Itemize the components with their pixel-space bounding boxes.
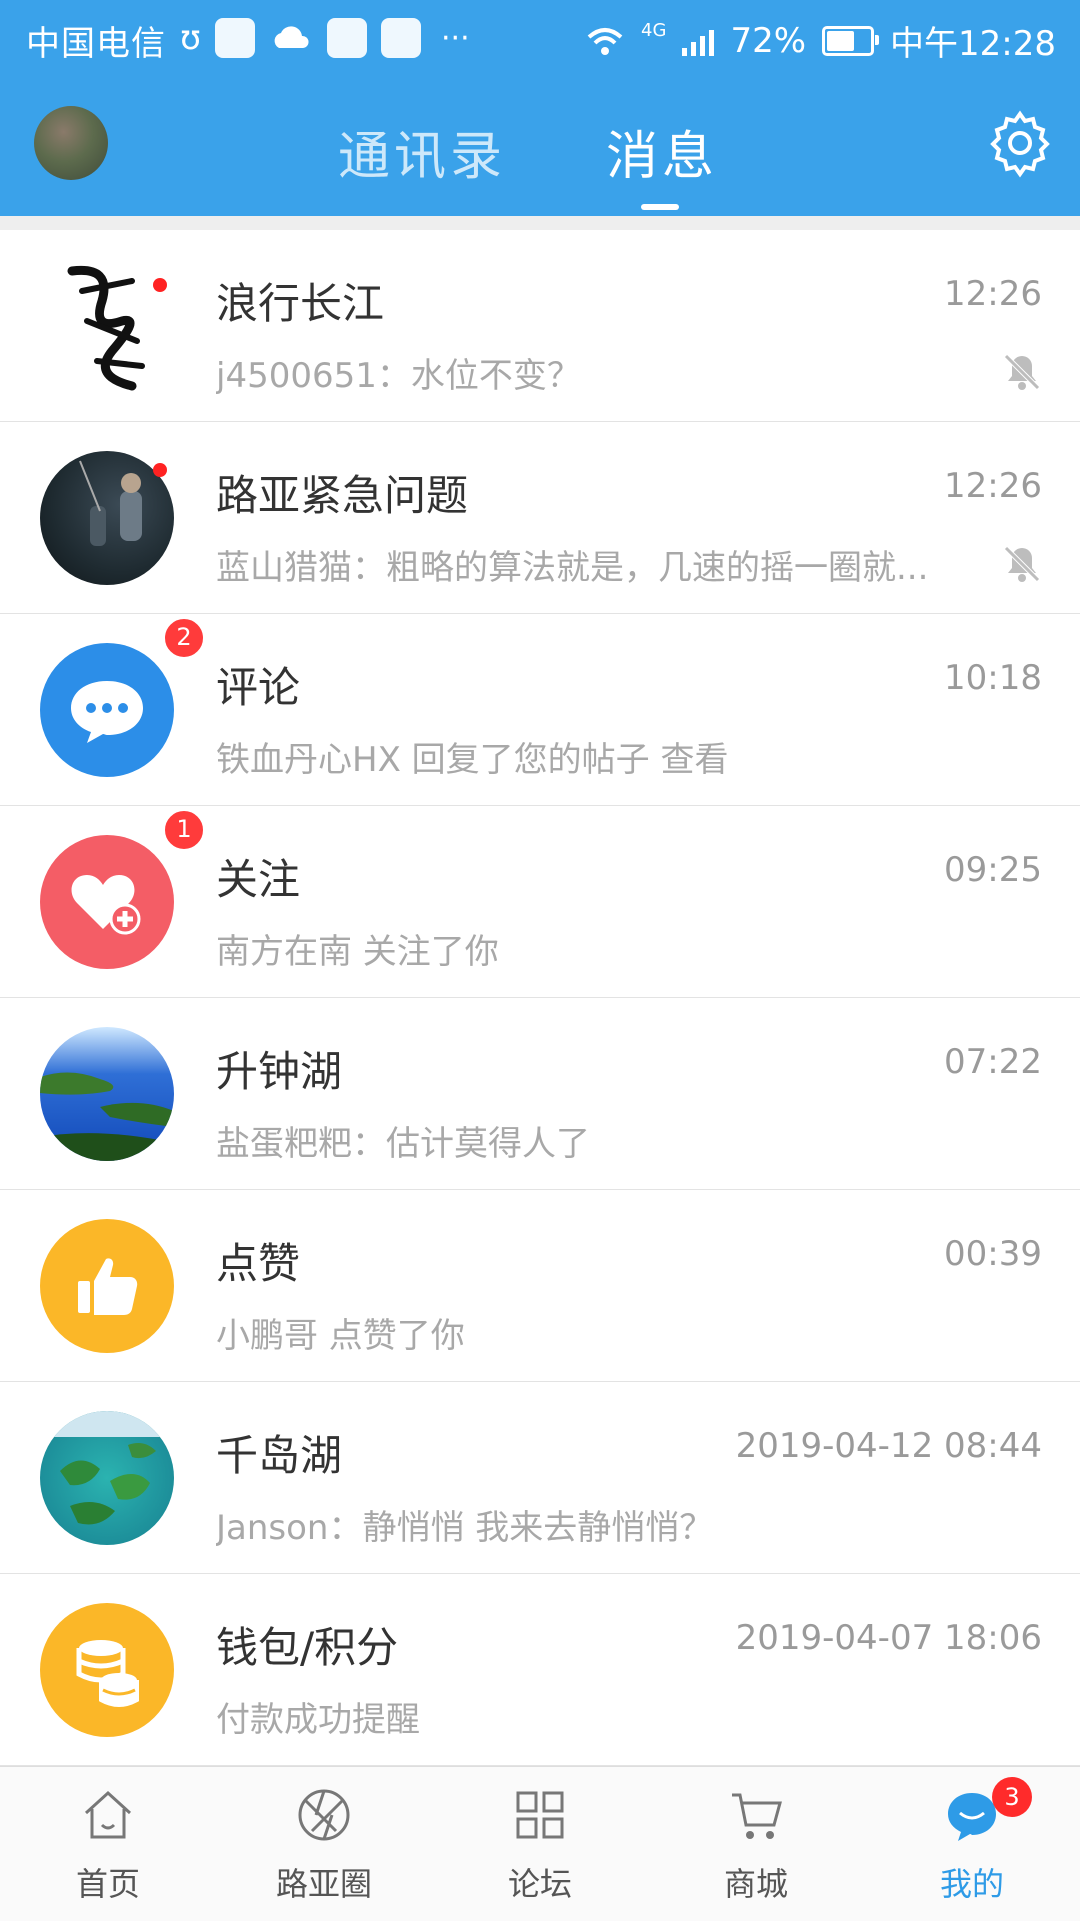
conversation-preview: 南方在南 关注了你 [216, 932, 499, 972]
tab-lure-circle-label: 路亚圈 [275, 1865, 372, 1903]
conversation-time: 00:39 [944, 1234, 1042, 1274]
conversation-row[interactable]: 2 评论 10:18 铁血丹心HX 回复了您的帖子 查看 [0, 614, 1080, 806]
nav-bar: 通讯录 消息 [0, 76, 1080, 216]
battery-icon [822, 25, 880, 56]
conversation-preview: 盐蛋粑粑：估计莫得人了 [216, 1124, 590, 1164]
settings-gear-icon[interactable] [985, 108, 1055, 178]
conversation-title: 升钟湖 [216, 1047, 343, 1096]
video-app-icon [327, 18, 368, 58]
muted-bell-icon [1004, 354, 1040, 390]
more-notifications-icon: ··· [441, 20, 470, 56]
carrier-label: 中国电信 [26, 24, 166, 64]
message-list: 浪行长江 12:26 j4500651：水位不变？ 路亚紧急问题 12:26 蓝… [0, 230, 1080, 1766]
conversation-row[interactable]: 钱包/积分 2019-04-07 18:06 付款成功提醒 [0, 1574, 1080, 1766]
unread-badge: 1 [162, 808, 206, 852]
notification-u-icon: ʊ [180, 18, 202, 58]
battery-fill [827, 30, 855, 51]
conversation-preview: Janson：静悄悄 我来去静悄悄？ [216, 1508, 714, 1548]
aperture-icon [298, 1789, 350, 1841]
lake-photo [40, 1072, 174, 1161]
status-right: 4G 72% 中午12:28 [585, 16, 1056, 65]
conversation-time: 12:26 [944, 274, 1042, 314]
conversation-title: 评论 [216, 663, 301, 712]
conversation-time: 2019-04-12 08:44 [735, 1426, 1042, 1466]
video-app-2-icon [381, 18, 422, 58]
active-tab-indicator [641, 204, 679, 210]
conversation-title: 浪行长江 [216, 279, 385, 328]
islands-avatar [40, 1411, 174, 1545]
signal-icon [682, 26, 715, 56]
tab-contacts[interactable]: 通讯录 [338, 114, 506, 189]
grid-icon [516, 1791, 564, 1839]
comment-bubble-icon [71, 681, 143, 743]
tab-mine[interactable]: 3 我的 [864, 1767, 1080, 1921]
my-avatar[interactable] [34, 106, 108, 180]
header-divider [0, 216, 1080, 230]
tab-forum-label: 论坛 [507, 1865, 572, 1903]
thumbs-up-icon [78, 1258, 138, 1315]
conversation-time: 10:18 [944, 658, 1042, 698]
wallet-avatar [40, 1603, 174, 1737]
tab-messages[interactable]: 消息 [606, 114, 718, 189]
tab-mall-label: 商城 [723, 1865, 788, 1903]
unread-dot [153, 278, 167, 292]
wifi-icon [587, 27, 623, 55]
conversation-time: 07:22 [944, 1042, 1042, 1082]
like-avatar [40, 1219, 174, 1353]
conversation-preview: 小鹏哥 点赞了你 [216, 1316, 465, 1356]
app-notification-icon [215, 18, 256, 58]
battery-percent: 72% [730, 20, 807, 61]
conversation-time: 2019-04-07 18:06 [735, 1618, 1042, 1658]
tab-mine-label: 我的 [939, 1865, 1004, 1903]
muted-bell-icon [1004, 546, 1040, 582]
conversation-row[interactable]: 点赞 00:39 小鹏哥 点赞了你 [0, 1190, 1080, 1382]
tab-home[interactable]: 首页 [0, 1767, 216, 1921]
conversation-preview: 铁血丹心HX 回复了您的帖子 查看 [216, 740, 729, 780]
network-type: 4G [641, 20, 667, 41]
cloud-icon [274, 26, 309, 48]
conversation-preview: 蓝山猎猫：粗略的算法就是，几速的摇一圈就... [216, 548, 929, 588]
conversation-title: 点赞 [216, 1239, 301, 1288]
comment-avatar [40, 643, 174, 777]
conversation-title: 钱包/积分 [216, 1623, 399, 1672]
lake-avatar [40, 1027, 174, 1161]
conversation-title: 千岛湖 [216, 1431, 343, 1480]
conversation-row[interactable]: 路亚紧急问题 12:26 蓝山猎猫：粗略的算法就是，几速的摇一圈就... [0, 422, 1080, 614]
tab-home-label: 首页 [75, 1865, 140, 1903]
tab-mine-badge: 3 [992, 1777, 1032, 1817]
conversation-time: 09:25 [944, 850, 1042, 890]
tab-mall[interactable]: 商城 [648, 1767, 864, 1921]
clock: 中午12:28 [890, 24, 1056, 64]
conversation-row[interactable]: 千岛湖 2019-04-12 08:44 Janson：静悄悄 我来去静悄悄？ [0, 1382, 1080, 1574]
follow-avatar [40, 835, 174, 969]
home-icon [84, 1790, 132, 1839]
coins-icon [76, 1640, 139, 1707]
conversation-preview: j4500651：水位不变？ [216, 356, 581, 396]
conversation-title: 路亚紧急问题 [216, 471, 469, 520]
top-header: 中国电信 ʊ ··· 4G 72% 中午12:28 通讯录 消息 [0, 0, 1080, 216]
conversation-row[interactable]: 1 关注 09:25 南方在南 关注了你 [0, 806, 1080, 998]
conversation-preview: 付款成功提醒 [216, 1700, 420, 1740]
status-bar: 中国电信 ʊ ··· 4G 72% 中午12:28 [0, 0, 1080, 76]
conversation-row[interactable]: 升钟湖 07:22 盐蛋粑粑：估计莫得人了 [0, 998, 1080, 1190]
calligraphy-logo-icon [67, 265, 145, 391]
islands-photo [40, 1411, 174, 1525]
tab-lure-circle[interactable]: 路亚圈 [216, 1767, 432, 1921]
calligraphy-avatar [40, 259, 174, 393]
unread-badge: 2 [162, 616, 206, 660]
conversation-row[interactable]: 浪行长江 12:26 j4500651：水位不变？ [0, 230, 1080, 422]
conversation-time: 12:26 [944, 466, 1042, 506]
heart-plus-icon [71, 875, 141, 935]
unread-dot [153, 463, 167, 477]
conversation-title: 关注 [216, 855, 301, 904]
tab-forum[interactable]: 论坛 [432, 1767, 648, 1921]
notification-icons: ʊ ··· [180, 18, 470, 58]
bottom-tab-bar: 首页 路亚圈 论坛 商城 3 我的 [0, 1766, 1080, 1921]
cart-icon [732, 1793, 782, 1839]
